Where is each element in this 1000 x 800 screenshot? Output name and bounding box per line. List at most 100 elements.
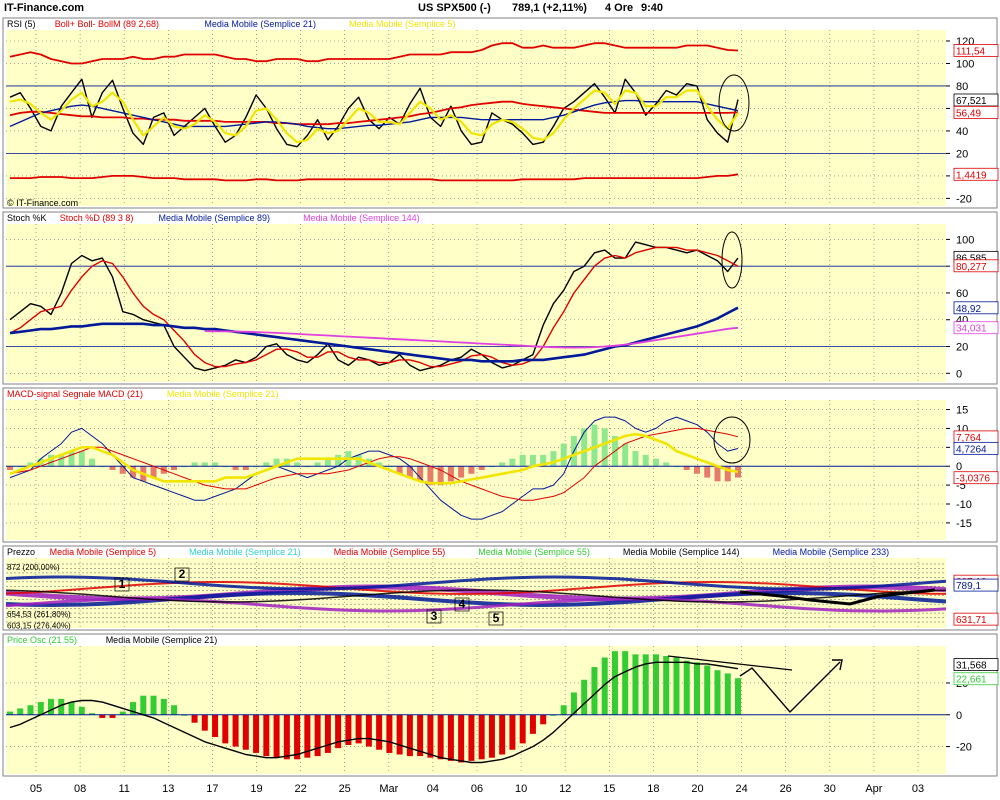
x-tick-label: 06: [471, 783, 483, 795]
legend-entry: Stoch %D (89 3 8): [60, 213, 134, 223]
histogram-bar: [37, 702, 44, 715]
histogram-bar: [242, 466, 249, 470]
histogram-bar: [160, 698, 167, 715]
legend-entry: Media Mobile (Semplice 144): [623, 547, 740, 557]
histogram-bar: [294, 462, 301, 467]
histogram-bar: [119, 466, 126, 474]
y-tick-label: 40: [956, 126, 968, 138]
histogram-bar: [212, 714, 219, 738]
legend-entry: Media Mobile (Semplice 233): [773, 547, 890, 557]
histogram-bar: [632, 451, 639, 467]
histogram-bar: [294, 714, 301, 760]
histogram-bar: [642, 454, 649, 467]
panel-macd: MACD-signal Segnale MACD (21) Media Mobil…: [2, 387, 999, 543]
value-label: 31,568: [953, 658, 999, 672]
histogram-bar: [417, 466, 424, 482]
histogram-bar: [652, 654, 659, 715]
histogram-bar: [663, 655, 670, 715]
histogram-bar: [78, 451, 85, 467]
wave-label: 4: [459, 597, 466, 611]
histogram-bar: [314, 714, 321, 757]
histogram-bar: [622, 443, 629, 467]
histogram-bar: [201, 714, 208, 731]
histogram-bar: [191, 462, 198, 467]
histogram-bar: [735, 678, 741, 715]
value-label-text: 31,568: [956, 661, 987, 672]
value-label-text: 67,521: [956, 96, 987, 107]
panel-price: Prezzo Media Mobile (Semplice 5) Media Mob…: [2, 545, 999, 631]
histogram-bar: [714, 466, 721, 482]
x-tick-label: 11: [118, 783, 129, 795]
value-label: 111,54: [953, 44, 999, 58]
value-label: 67,521: [953, 93, 999, 107]
x-tick-label: 19: [250, 783, 262, 795]
histogram-bar: [663, 462, 670, 467]
x-tick-label: 04: [427, 783, 439, 795]
y-tick-label: 15: [956, 405, 968, 417]
fib-level-label: 872 (200,00%): [7, 563, 60, 572]
wave-label: 5: [493, 611, 500, 625]
histogram-bar: [68, 702, 75, 715]
histogram-bar: [27, 705, 34, 715]
histogram-bar: [714, 670, 721, 715]
histogram-bar: [468, 466, 475, 474]
value-label: 631,71: [953, 612, 999, 626]
x-tick-label: 10: [515, 783, 527, 795]
legend-entry: Media Mobile (Semplice 144): [303, 213, 420, 223]
x-tick-label: 15: [603, 783, 615, 795]
histogram-bar: [499, 714, 506, 755]
x-tick-label: 12: [559, 783, 571, 795]
legend-entry: Media Mobile (Semplice 21): [204, 19, 316, 29]
histogram-bar: [232, 466, 239, 470]
y-tick-label: 100: [956, 234, 974, 246]
x-tick-label: 18: [647, 783, 659, 795]
x-tick-label: Apr: [865, 783, 882, 795]
histogram-bar: [683, 466, 690, 470]
histogram-bar: [324, 714, 331, 753]
histogram-bar: [591, 667, 598, 715]
value-label-text: 4,7264: [956, 444, 987, 455]
histogram-bar: [253, 714, 260, 753]
x-tick-label: 26: [780, 783, 792, 795]
histogram-bar: [427, 714, 434, 758]
histogram-bar: [242, 714, 249, 750]
legend-entry: Media Mobile (Semplice 21): [189, 547, 301, 557]
value-label-text: 34,031: [956, 324, 987, 335]
histogram-bar: [150, 695, 157, 715]
wave-label: 1: [119, 577, 126, 591]
histogram-bar: [509, 458, 516, 467]
histogram-bar: [68, 451, 75, 467]
histogram-bar: [78, 706, 85, 715]
y-tick-label: -15: [956, 518, 972, 530]
legend-entry: Media Mobile (Semplice 21): [106, 635, 218, 645]
histogram-bar: [499, 462, 506, 467]
histogram-bar: [263, 462, 270, 467]
panel-price_osc: Price Osc (21 55) Media Mobile (Semplice …: [2, 633, 999, 777]
histogram-bar: [386, 714, 393, 753]
watermark: © IT-Finance.com: [7, 198, 78, 208]
value-label: 34,031: [953, 321, 999, 335]
histogram-bar: [704, 665, 711, 715]
histogram-bar: [683, 660, 690, 715]
histogram-bar: [283, 714, 290, 760]
panel-plot-area: [6, 224, 946, 382]
histogram-bar: [48, 698, 55, 715]
value-label-text: 789,1: [956, 581, 981, 592]
histogram-bar: [447, 466, 454, 482]
y-tick-label: 0: [956, 710, 962, 722]
legend-entry: Media Mobile (Semplice 5): [50, 547, 157, 557]
histogram-bar: [519, 714, 526, 744]
panel-rsi: RSI (5) Boll+ Boll- BollM (89 2,68) Media …: [2, 17, 999, 209]
x-tick-label: 05: [30, 783, 42, 795]
histogram-bar: [191, 714, 198, 723]
histogram-bar: [560, 443, 567, 467]
histogram-bar: [611, 651, 618, 715]
y-tick-label: -20: [956, 742, 972, 754]
legend-entry: Media Mobile (Semplice 55): [334, 547, 446, 557]
value-label-text: 48,92: [956, 304, 981, 315]
y-tick-label: 80: [956, 81, 968, 93]
histogram-bar: [478, 466, 485, 470]
legend-entry: Media Mobile (Semplice 5): [349, 19, 456, 29]
value-label: 80,277: [953, 259, 999, 273]
panel-plot-area: [6, 646, 946, 774]
